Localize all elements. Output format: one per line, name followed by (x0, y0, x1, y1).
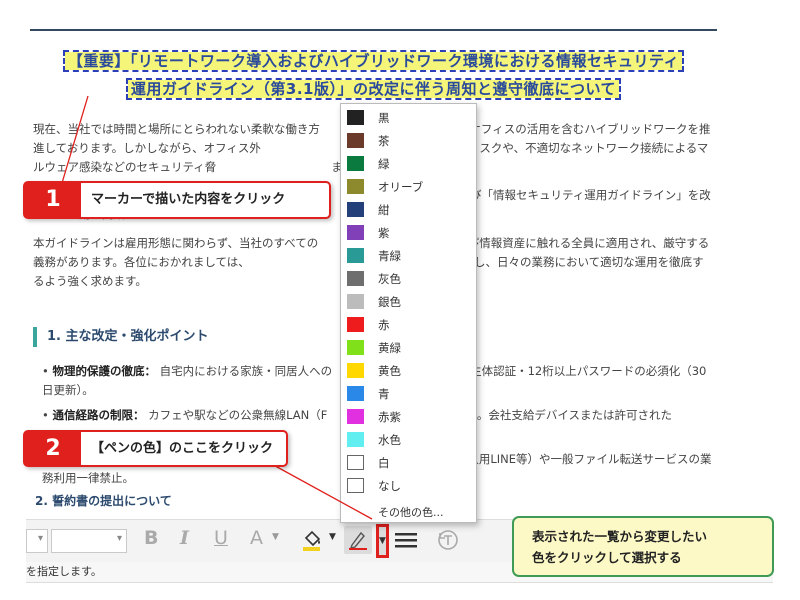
callout-step2: 2 【ペンの色】のここをクリック (23, 430, 288, 467)
note-line1: 表示された一覧から変更したい (532, 529, 708, 544)
callout-step1: 1 マーカーで描いた内容をクリック (23, 181, 331, 219)
arrow-step1 (61, 95, 89, 184)
instruction-note: 表示された一覧から変更したい 色をクリックして選択する (512, 516, 774, 577)
step-number: 1 (25, 183, 81, 217)
step-text: 【ペンの色】のここをクリック (91, 441, 274, 456)
arrow-step2 (267, 461, 373, 520)
note-text: 表示された一覧から変更したい 色をクリックして選択する (532, 526, 707, 568)
note-line2: 色をクリックして選択する (532, 550, 682, 565)
step-text: マーカーで描いた内容をクリック (91, 192, 286, 207)
annotation-arrows (61, 95, 373, 520)
step-number: 2 (25, 432, 81, 465)
